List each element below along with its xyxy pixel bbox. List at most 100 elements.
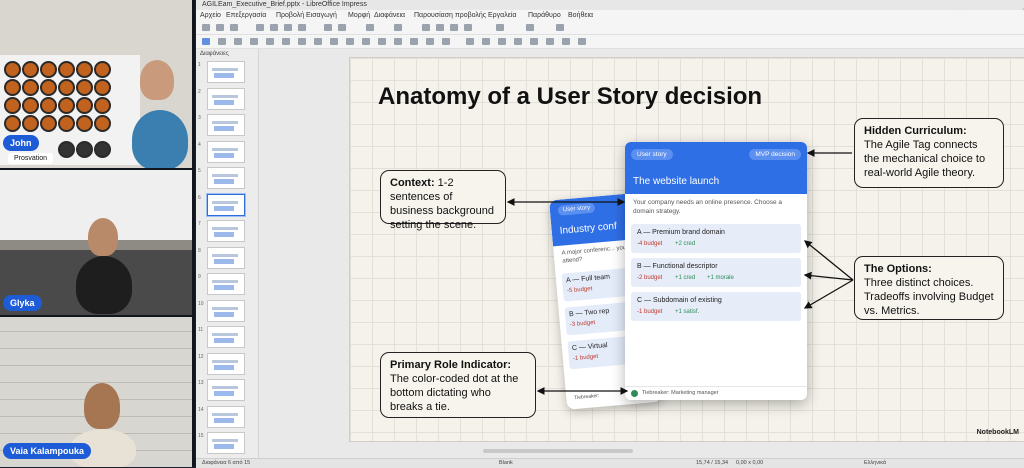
arrow-icon[interactable] <box>314 38 322 45</box>
menu-view[interactable]: Προβολή <box>276 10 304 21</box>
curve-icon[interactable] <box>330 38 338 45</box>
slide-canvas[interactable]: Anatomy of a User Story decision User st… <box>259 49 1024 458</box>
slide-panel-title: Διαφάνειες <box>200 51 229 57</box>
menu-edit[interactable]: Επεξεργασία <box>226 10 266 21</box>
participant-tile-glyka[interactable]: Glyka <box>0 170 192 315</box>
participant-name-john: John <box>3 135 39 151</box>
new-icon[interactable] <box>202 24 210 31</box>
slide-thumbnail-2[interactable] <box>207 87 245 110</box>
textbox-icon[interactable] <box>464 24 472 31</box>
save-icon[interactable] <box>230 24 238 31</box>
john-shirt <box>132 110 188 168</box>
slide-panel: Διαφάνειες 1 2 3 4 5 6 7 8 9 10 11 12 13 14 15 <box>196 49 259 458</box>
slide-thumbnail-14[interactable] <box>207 405 245 428</box>
slide-thumbnail-number: 8 <box>198 247 201 254</box>
slide-thumbnail-number: 6 <box>198 194 201 201</box>
slide-thumbnail-number: 14 <box>198 406 204 413</box>
menu-format[interactable]: Μορφή <box>348 10 370 21</box>
participant-tile-john[interactable]: John Prosvation <box>0 0 192 168</box>
find-icon[interactable] <box>366 24 374 31</box>
select-icon[interactable] <box>202 38 210 45</box>
slide-thumbnail-9[interactable] <box>207 273 245 295</box>
horizontal-scrollbar[interactable] <box>483 449 633 453</box>
slide-thumbnail-4[interactable] <box>207 140 245 163</box>
align-icon[interactable] <box>482 38 490 45</box>
crop-icon[interactable] <box>530 38 538 45</box>
participant-subtitle: Prosvation <box>8 153 54 164</box>
slide-thumbnail-7[interactable] <box>207 220 245 242</box>
slide-thumbnail-13[interactable] <box>207 379 245 401</box>
paste-icon[interactable] <box>298 24 306 31</box>
slide-thumbnail-number: 13 <box>198 380 204 386</box>
undo-icon[interactable] <box>324 24 332 31</box>
slide-thumbnail-10[interactable] <box>207 299 245 322</box>
fontwork-icon[interactable] <box>578 38 586 45</box>
toggle-extrusion-icon[interactable] <box>562 38 570 45</box>
menu-window[interactable]: Παράθυρο <box>528 10 561 21</box>
rectangle-icon[interactable] <box>282 38 290 45</box>
connector-icon[interactable] <box>346 38 354 45</box>
slide-thumbnail-number: 7 <box>198 221 201 227</box>
slide-thumbnail-15[interactable] <box>207 432 245 454</box>
glyka-face <box>88 218 118 256</box>
slide-thumbnail-3[interactable] <box>207 114 245 136</box>
slide-thumbnail-6[interactable] <box>207 193 245 216</box>
line-color-icon[interactable] <box>234 38 242 45</box>
cut-icon[interactable] <box>270 24 278 31</box>
open-icon[interactable] <box>216 24 224 31</box>
menu-file[interactable]: Αρχείο <box>200 10 221 21</box>
option-a-arrow <box>803 240 854 281</box>
window-title: AGILEam_Executive_Brief.pptx - LibreOffi… <box>202 1 367 8</box>
stars-icon[interactable] <box>442 38 450 45</box>
menu-help[interactable]: Βοήθεια <box>568 10 593 21</box>
slide[interactable]: Anatomy of a User Story decision User st… <box>349 57 1024 442</box>
slide-thumbnail-1[interactable] <box>207 61 245 83</box>
vaia-face <box>84 383 120 429</box>
slide-thumbnail-11[interactable] <box>207 326 245 348</box>
image-icon[interactable] <box>436 24 444 31</box>
shadow-icon[interactable] <box>514 38 522 45</box>
block-arrows-icon[interactable] <box>394 38 402 45</box>
slide-thumbnail-number: 4 <box>198 141 201 148</box>
slide-thumbnail-number: 9 <box>198 274 201 280</box>
callouts-icon[interactable] <box>426 38 434 45</box>
zoom-icon[interactable] <box>218 38 226 45</box>
line-icon[interactable] <box>266 38 274 45</box>
title-bar: AGILEam_Executive_Brief.pptx - LibreOffi… <box>196 0 1024 10</box>
filter-icon[interactable] <box>546 38 554 45</box>
participant-name-vaia: Vaia Kalampouka <box>3 443 92 459</box>
john-face <box>140 60 174 100</box>
rotate-icon[interactable] <box>466 38 474 45</box>
grid-icon[interactable] <box>394 24 402 31</box>
fill-color-icon[interactable] <box>250 38 258 45</box>
slide-thumbnail-12[interactable] <box>207 352 245 375</box>
redo-icon[interactable] <box>338 24 346 31</box>
slide-thumbnail-number: 3 <box>198 115 201 121</box>
arrange-icon[interactable] <box>498 38 506 45</box>
basic-shapes-icon[interactable] <box>362 38 370 45</box>
slide-thumbnail-number: 10 <box>198 300 204 307</box>
slideshow-icon[interactable] <box>496 24 504 31</box>
menu-slideshow[interactable]: Παρουσίαση προβολής <box>414 10 486 21</box>
participants-panel: John Prosvation Glyka Vaia Kalampouka <box>0 0 195 467</box>
table-icon[interactable] <box>422 24 430 31</box>
ellipse-icon[interactable] <box>298 38 306 45</box>
copy-icon[interactable] <box>284 24 292 31</box>
chart-icon[interactable] <box>450 24 458 31</box>
option-b-arrow <box>803 271 854 281</box>
participant-tile-vaia[interactable]: Vaia Kalampouka <box>0 317 192 467</box>
display-views-icon[interactable] <box>556 24 564 31</box>
slide-thumbnail-8[interactable] <box>207 246 245 269</box>
option-c-arrow <box>803 279 854 309</box>
menu-insert[interactable]: Εισαγωγή <box>306 10 337 21</box>
print-icon[interactable] <box>256 24 264 31</box>
new-slide-icon[interactable] <box>526 24 534 31</box>
menu-tools[interactable]: Εργαλεία <box>488 10 516 21</box>
menu-slide[interactable]: Διαφάνεια <box>374 10 405 21</box>
slide-thumbnail-number: 1 <box>198 62 201 68</box>
symbol-shapes-icon[interactable] <box>378 38 386 45</box>
slide-thumbnail-number: 12 <box>198 353 204 360</box>
flowchart-icon[interactable] <box>410 38 418 45</box>
slide-thumbnail-number: 5 <box>198 168 201 174</box>
slide-thumbnail-5[interactable] <box>207 167 245 189</box>
